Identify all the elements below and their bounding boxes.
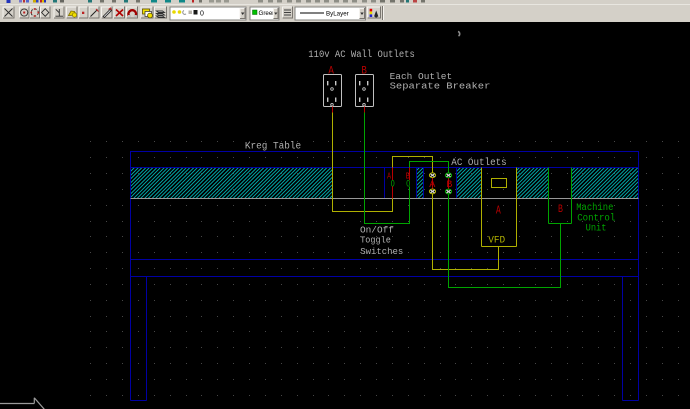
svg-text:110v AC Wall Outlets: 110v AC Wall Outlets [308,49,415,61]
svg-text:A: A [429,180,435,191]
svg-text:A: A [387,172,391,182]
svg-text:0: 0 [200,11,204,18]
svg-text:Switches: Switches [360,246,403,257]
svg-text:B: B [361,66,367,78]
svg-text:VFD: VFD [488,235,505,246]
svg-text:Unit: Unit [586,222,607,234]
svg-text:Separate Breaker: Separate Breaker [390,81,491,92]
svg-text:Toggle: Toggle [360,235,391,246]
svg-text:AC Outlets: AC Outlets [451,157,506,169]
svg-text:A: A [328,66,334,78]
svg-text:Machine: Machine [576,202,613,214]
svg-text:A: A [496,204,501,218]
svg-text:ByLayer: ByLayer [326,10,349,17]
svg-text:Kreg Table: Kreg Table [245,140,301,152]
svg-text:B: B [558,204,563,216]
svg-text:B: B [406,172,411,182]
svg-text:0: 0 [391,179,395,190]
svg-text:B: B [446,180,452,191]
